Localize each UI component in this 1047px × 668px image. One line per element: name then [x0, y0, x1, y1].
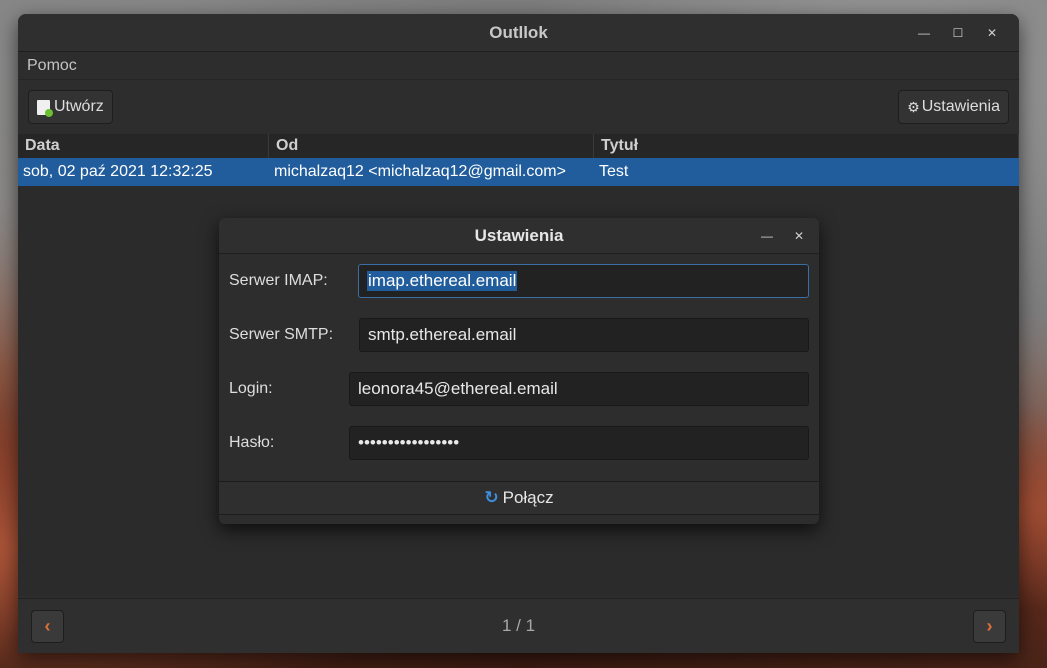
dialog-titlebar[interactable]: Ustawienia — ✕	[219, 218, 819, 254]
close-icon[interactable]: ✕	[975, 26, 1009, 40]
next-page-button[interactable]: ›	[973, 610, 1006, 643]
dialog-close-icon[interactable]: ✕	[783, 229, 815, 243]
menu-item-help[interactable]: Pomoc	[27, 57, 77, 75]
new-document-icon	[37, 99, 53, 117]
login-row: Login: leonora45@ethereal.email	[229, 372, 809, 406]
maximize-icon[interactable]: ☐	[941, 26, 975, 40]
menu-bar: Pomoc	[18, 52, 1019, 80]
gear-icon: ⚙	[907, 98, 920, 115]
row-date: sob, 02 paź 2021 12:32:25	[23, 163, 213, 180]
smtp-label: Serwer SMTP:	[229, 326, 334, 343]
page-indicator: 1 / 1	[501, 616, 536, 635]
pagination-footer: ‹ 1 / 1 ›	[18, 598, 1019, 653]
settings-dialog: Ustawienia — ✕ Serwer IMAP: imap.etherea…	[219, 218, 819, 524]
row-title: Test	[599, 163, 629, 180]
refresh-icon: ↻	[484, 488, 499, 507]
login-label: Login:	[229, 380, 273, 397]
smtp-server-input[interactable]: smtp.ethereal.email	[359, 318, 809, 352]
row-from: michalzaq12 <michalzaq12@gmail.com>	[274, 163, 566, 180]
connect-label: Połącz	[502, 488, 554, 507]
dialog-minimize-icon[interactable]: —	[751, 229, 783, 243]
settings-label: Ustawienia	[921, 98, 1000, 115]
previous-page-button[interactable]: ‹	[31, 610, 64, 643]
smtp-value: smtp.ethereal.email	[368, 325, 517, 344]
imap-server-input[interactable]: imap.ethereal.email	[358, 264, 809, 298]
column-header-date[interactable]: Data	[18, 134, 269, 158]
login-input[interactable]: leonora45@ethereal.email	[349, 372, 809, 406]
window-title: Outllok	[489, 22, 548, 42]
new-message-button[interactable]: Utwórz	[28, 90, 113, 124]
imap-row: Serwer IMAP: imap.ethereal.email	[229, 264, 809, 298]
chevron-left-icon: ‹	[44, 616, 51, 636]
dialog-title: Ustawienia	[474, 225, 564, 245]
column-header-from[interactable]: Od	[269, 134, 594, 158]
new-message-label: Utwórz	[54, 98, 104, 115]
password-input[interactable]: •••••••••••••••••	[349, 426, 809, 460]
password-row: Hasło: •••••••••••••••••	[229, 426, 809, 460]
password-label: Hasło:	[229, 434, 275, 451]
chevron-right-icon: ›	[986, 616, 993, 636]
message-table-header: Data Od Tytuł	[18, 134, 1019, 158]
toolbar: Utwórz ⚙ Ustawienia	[18, 80, 1019, 134]
connect-button[interactable]: ↻ Połącz	[219, 481, 819, 515]
minimize-icon[interactable]: —	[907, 26, 941, 40]
column-header-title[interactable]: Tytuł	[594, 134, 1019, 158]
table-row[interactable]: sob, 02 paź 2021 12:32:25 michalzaq12 <m…	[18, 158, 1019, 186]
imap-value: imap.ethereal.email	[367, 271, 518, 291]
window-titlebar[interactable]: Outllok — ☐ ✕	[18, 14, 1019, 52]
password-value: •••••••••••••••••	[358, 433, 460, 452]
login-value: leonora45@ethereal.email	[358, 379, 558, 398]
smtp-row: Serwer SMTP: smtp.ethereal.email	[229, 318, 809, 352]
imap-label: Serwer IMAP:	[229, 272, 328, 289]
settings-button[interactable]: ⚙ Ustawienia	[898, 90, 1009, 124]
